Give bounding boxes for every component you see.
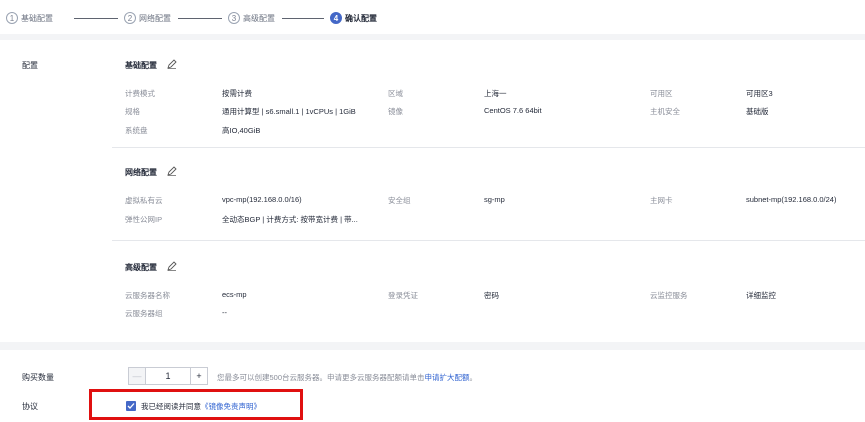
edit-advanced-icon[interactable] <box>167 261 177 271</box>
login-value: 密码 <box>484 291 499 300</box>
monitor-value: 详细监控 <box>746 291 776 300</box>
step-1-number: 1 <box>6 12 18 24</box>
step-bar: 1 基础配置 2 网络配置 3 高级配置 4 确认配置 <box>0 0 865 34</box>
sg-value: sg-mp <box>484 195 505 204</box>
step-2-label: 网络配置 <box>139 13 171 23</box>
config-label: 配置 <box>22 61 38 70</box>
vpc-value: vpc-mp(192.168.0.0/16) <box>222 195 302 204</box>
step-connector <box>282 18 324 19</box>
step-2-number: 2 <box>124 12 136 24</box>
nic-label: 主网卡 <box>650 196 673 205</box>
az-value: 可用区3 <box>746 89 773 98</box>
apply-quota-link[interactable]: 申请扩大配额 <box>425 373 470 382</box>
spec-value: 通用计算型 | s6.small.1 | 1vCPUs | 1GiB <box>222 107 356 116</box>
spec-label: 规格 <box>125 107 140 116</box>
increase-button[interactable]: + <box>190 367 208 385</box>
checkmark-icon <box>127 403 135 409</box>
step-3-label: 高级配置 <box>243 13 275 23</box>
network-config-title: 网络配置 <box>125 168 157 177</box>
agree-checkbox[interactable] <box>126 401 136 411</box>
step-4-label: 确认配置 <box>345 13 377 23</box>
quantity-input[interactable]: 1 <box>146 367 190 385</box>
quantity-stepper: — 1 + <box>128 367 208 385</box>
decrease-button[interactable]: — <box>128 367 146 385</box>
step-connector <box>178 18 222 19</box>
step-3-number: 3 <box>228 12 240 24</box>
server-group-value: -- <box>222 308 227 317</box>
agreement-statement: 我已经阅读并同意 <box>141 402 201 411</box>
vpc-label: 虚拟私有云 <box>125 196 163 205</box>
quantity-label: 购买数量 <box>22 373 54 382</box>
eip-value: 全动态BGP | 计费方式: 按带宽计费 | 带... <box>222 215 358 224</box>
image-value: CentOS 7.6 64bit <box>484 106 542 115</box>
step-connector <box>74 18 118 19</box>
nic-value: subnet-mp(192.168.0.0/24) <box>746 195 837 204</box>
quota-hint-end: 。 <box>469 373 478 382</box>
billing-label: 计费模式 <box>125 89 155 98</box>
eip-label: 弹性公网IP <box>125 215 163 224</box>
section-divider <box>112 147 865 148</box>
disclaimer-link[interactable]: 《镜像免责声明》 <box>201 402 261 411</box>
step-4[interactable]: 4 确认配置 <box>330 10 377 26</box>
edit-network-icon[interactable] <box>167 166 177 176</box>
host-security-value: 基础版 <box>746 107 769 116</box>
config-card: 配置 基础配置 计费模式 按需计费 区域 上海一 可用区 可用区3 规格 通用计… <box>0 40 865 342</box>
disk-value: 高IO,40GiB <box>222 126 261 135</box>
section-divider <box>112 240 865 241</box>
billing-value: 按需计费 <box>222 89 252 98</box>
region-value: 上海一 <box>484 89 507 98</box>
agreement-label: 协议 <box>22 402 38 411</box>
step-1-label: 基础配置 <box>21 13 53 23</box>
login-label: 登录凭证 <box>388 291 418 300</box>
region-label: 区域 <box>388 89 403 98</box>
quota-hint-text: 您最多可以创建500台云服务器。申请更多云服务器配额请单击 <box>217 373 425 382</box>
az-label: 可用区 <box>650 89 673 98</box>
step-4-number: 4 <box>330 12 342 24</box>
edit-basic-icon[interactable] <box>167 59 177 69</box>
server-name-value: ecs-mp <box>222 290 247 299</box>
sg-label: 安全组 <box>388 196 411 205</box>
basic-config-title: 基础配置 <box>125 61 157 70</box>
quota-hint: 您最多可以创建500台云服务器。申请更多云服务器配额请单击申请扩大配额。 <box>217 372 477 383</box>
server-group-label: 云服务器组 <box>125 309 163 318</box>
disk-label: 系统盘 <box>125 126 148 135</box>
monitor-label: 云监控服务 <box>650 291 688 300</box>
image-label: 镜像 <box>388 107 403 116</box>
step-1[interactable]: 1 基础配置 <box>6 10 53 26</box>
server-name-label: 云服务器名称 <box>125 291 170 300</box>
step-2[interactable]: 2 网络配置 <box>124 10 171 26</box>
step-3[interactable]: 3 高级配置 <box>228 10 275 26</box>
host-security-label: 主机安全 <box>650 107 680 116</box>
agreement-text: 我已经阅读并同意《镜像免责声明》 <box>141 401 261 412</box>
advanced-config-title: 高级配置 <box>125 263 157 272</box>
